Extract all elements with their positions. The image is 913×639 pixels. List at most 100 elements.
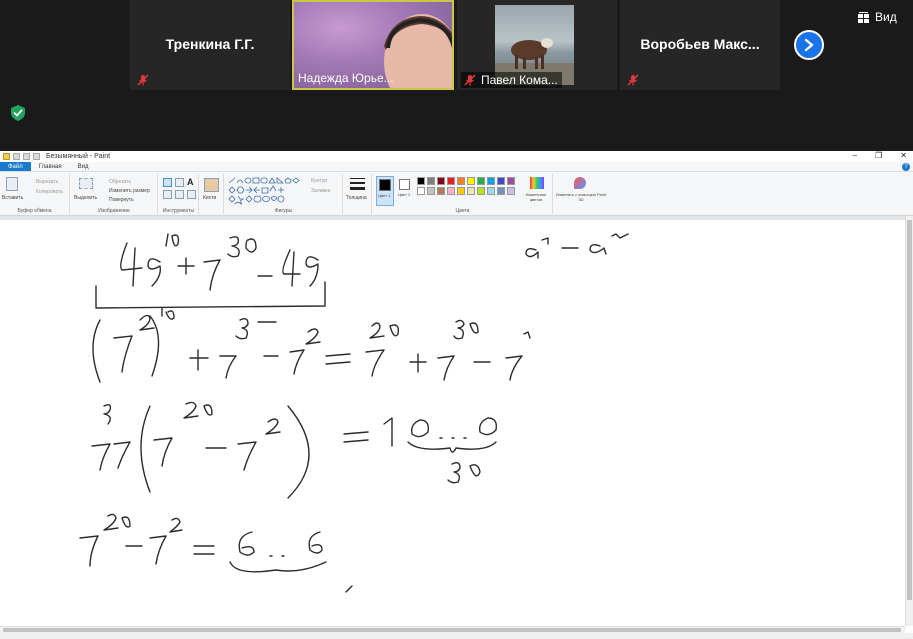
- participant-tile-pavel[interactable]: Павел Кома...: [457, 0, 617, 90]
- palette-swatch[interactable]: [487, 187, 495, 195]
- palette-swatch[interactable]: [467, 187, 475, 195]
- stroke: [153, 401, 213, 467]
- paint3d-icon: [574, 177, 586, 189]
- outline-button[interactable]: Контур: [311, 178, 327, 184]
- size-line-thin: [350, 178, 365, 179]
- copy-button[interactable]: Копировать: [36, 189, 63, 195]
- palette-swatch[interactable]: [447, 177, 455, 185]
- stroke: [541, 237, 549, 245]
- palette-swatch[interactable]: [507, 177, 515, 185]
- palette-swatch[interactable]: [497, 187, 505, 195]
- size-line-thick: [350, 187, 365, 190]
- pencil-tool-icon[interactable]: [163, 178, 172, 187]
- color2-label: Цвет 2: [398, 192, 411, 197]
- group-colors: Цвет 1 Цвет 2 Изменение цветов Цвета: [373, 174, 553, 214]
- paste-button[interactable]: Вставить: [2, 195, 23, 201]
- palette-swatch[interactable]: [507, 187, 515, 195]
- stroke: [91, 441, 131, 471]
- group-image: Выделить Обрезать Изменить размер Поверн…: [71, 174, 158, 214]
- stroke: [161, 307, 175, 320]
- select-button[interactable]: Выделить: [74, 195, 97, 201]
- stroke: [525, 247, 539, 259]
- participant-label: [624, 72, 644, 88]
- shield-check-icon[interactable]: [9, 104, 27, 122]
- close-icon[interactable]: ✕: [900, 151, 907, 160]
- help-icon[interactable]: ?: [902, 163, 910, 171]
- title-bar: Безымянный - Paint – ❐ ✕: [0, 151, 913, 162]
- stroke: [409, 353, 455, 381]
- color-picker-icon[interactable]: [175, 190, 184, 199]
- scroll-thumb[interactable]: [907, 220, 912, 600]
- stroke: [343, 431, 369, 443]
- resize-button[interactable]: Изменить размер: [109, 188, 150, 194]
- stroke: [365, 322, 400, 377]
- stroke: [140, 405, 151, 493]
- palette-swatch[interactable]: [457, 187, 465, 195]
- eraser-tool-icon[interactable]: [163, 190, 172, 199]
- tab-file[interactable]: Файл: [0, 162, 31, 171]
- horizontal-scrollbar[interactable]: [0, 626, 905, 633]
- window-title: Безымянный - Paint: [46, 153, 111, 160]
- undo-icon[interactable]: [23, 153, 30, 160]
- shapes-gallery[interactable]: [228, 177, 300, 205]
- fill-button[interactable]: Заливка: [311, 188, 330, 194]
- palette-swatch[interactable]: [477, 177, 485, 185]
- palette-swatch[interactable]: [437, 177, 445, 185]
- palette-swatch[interactable]: [457, 177, 465, 185]
- palette-swatch[interactable]: [427, 187, 435, 195]
- stroke: [125, 517, 183, 565]
- vertical-scrollbar[interactable]: [905, 216, 913, 626]
- stroke: [287, 405, 310, 499]
- brushes-button[interactable]: Кисти: [203, 195, 216, 201]
- maximize-icon[interactable]: ❐: [875, 151, 882, 160]
- tab-view[interactable]: Вид: [70, 162, 97, 171]
- palette-swatch[interactable]: [467, 177, 475, 185]
- minimize-icon[interactable]: –: [853, 151, 857, 160]
- group-label: Буфер обмена: [17, 208, 52, 214]
- stroke: [189, 349, 237, 379]
- palette-swatch[interactable]: [487, 177, 495, 185]
- scroll-thumb[interactable]: [3, 628, 901, 632]
- drawing-canvas[interactable]: [0, 216, 905, 626]
- stroke: [177, 257, 195, 275]
- redo-icon[interactable]: [33, 153, 40, 160]
- fill-tool-icon[interactable]: [175, 178, 184, 187]
- palette-swatch[interactable]: [417, 177, 425, 185]
- palette-swatch[interactable]: [447, 187, 455, 195]
- rotate-button[interactable]: Повернуть: [109, 197, 134, 203]
- stroke: [113, 335, 133, 373]
- stroke: [149, 315, 160, 377]
- participant-tile-vorobyev[interactable]: Воробьев Макс...: [620, 0, 780, 90]
- paint3d-button[interactable]: Изменить с помощью Paint 3D: [555, 192, 607, 202]
- color1-selector[interactable]: Цвет 1: [376, 176, 394, 206]
- crop-button[interactable]: Обрезать: [109, 179, 131, 185]
- participant-tile-nadezhda[interactable]: Надежда Юрье...: [292, 0, 454, 90]
- palette-swatch[interactable]: [437, 187, 445, 195]
- chevron-right-icon: [804, 38, 814, 52]
- palette-swatch[interactable]: [477, 187, 485, 195]
- brush-icon[interactable]: [204, 178, 219, 192]
- group-shapes: Контур Заливка Фигуры: [225, 174, 343, 214]
- view-button[interactable]: Вид: [858, 7, 897, 27]
- palette-swatch[interactable]: [417, 187, 425, 195]
- stroke: [325, 353, 351, 365]
- save-icon[interactable]: [13, 153, 20, 160]
- stroke: [308, 531, 323, 554]
- participant-name: Павел Кома...: [481, 73, 558, 87]
- text-tool-icon[interactable]: A: [187, 177, 194, 187]
- palette-swatch[interactable]: [497, 177, 505, 185]
- participant-tile-trenkina[interactable]: Тренкина Г.Г.: [130, 0, 290, 90]
- size-button[interactable]: Толщина: [346, 195, 367, 201]
- next-participants-button[interactable]: [794, 30, 824, 60]
- stroke: [611, 233, 629, 239]
- edit-colors-button[interactable]: Изменение цветов: [519, 192, 553, 202]
- palette-swatch[interactable]: [427, 177, 435, 185]
- stroke: [238, 531, 255, 556]
- cut-button[interactable]: Вырезать: [36, 179, 58, 185]
- color2-selector[interactable]: Цвет 2: [397, 176, 413, 206]
- magnifier-icon[interactable]: [187, 190, 196, 199]
- stroke: [345, 585, 353, 593]
- stroke: [103, 513, 131, 531]
- tab-home[interactable]: Главная: [31, 162, 70, 171]
- stroke: [407, 441, 497, 453]
